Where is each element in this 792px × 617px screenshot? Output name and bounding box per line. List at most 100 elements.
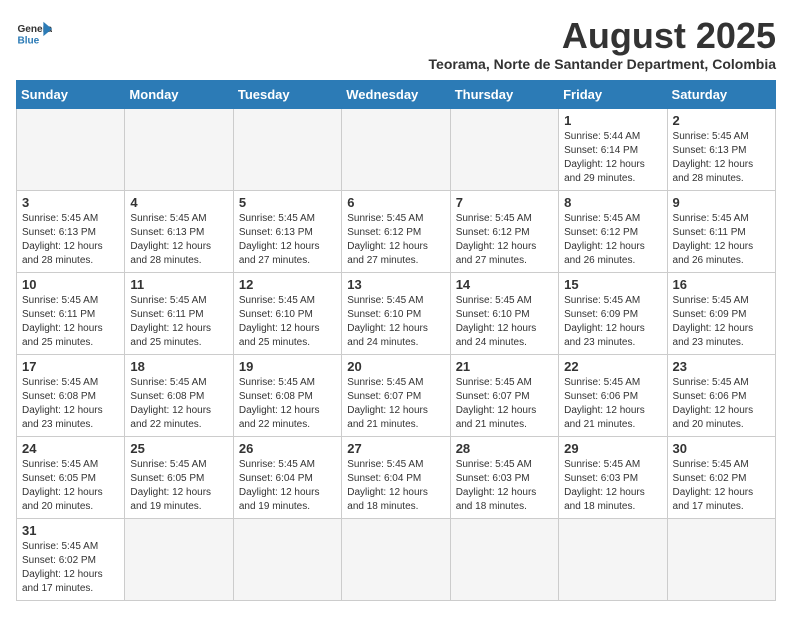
day-info: Sunrise: 5:45 AM Sunset: 6:02 PM Dayligh… [673, 458, 770, 514]
day-info: Sunrise: 5:45 AM Sunset: 6:12 PM Dayligh… [564, 212, 661, 268]
day-info: Sunrise: 5:45 AM Sunset: 6:12 PM Dayligh… [347, 212, 444, 268]
day-number: 31 [22, 523, 119, 538]
day-number: 28 [456, 441, 553, 456]
day-info: Sunrise: 5:45 AM Sunset: 6:04 PM Dayligh… [347, 458, 444, 514]
calendar-cell: 20 Sunrise: 5:45 AM Sunset: 6:07 PM Dayli… [342, 354, 450, 436]
calendar-cell: 12Sunrise: 5:45 AM Sunset: 6:10 PM Dayli… [233, 272, 341, 354]
day-info: Sunrise: 5:45 AM Sunset: 6:06 PM Dayligh… [673, 376, 770, 432]
day-number: 27 [347, 441, 444, 456]
day-number: 18 [130, 359, 227, 374]
day-number: 8 [564, 195, 661, 210]
day-number: 15 [564, 277, 661, 292]
calendar-cell: 15 Sunrise: 5:45 AM Sunset: 6:09 PM Dayli… [559, 272, 667, 354]
day-number: 21 [456, 359, 553, 374]
title-block: August 2025 Teorama, Norte de Santander … [429, 16, 776, 72]
calendar-cell [233, 518, 341, 600]
col-monday: Monday [125, 80, 233, 108]
calendar-cell: 17 Sunrise: 5:45 AM Sunset: 6:08 PM Dayli… [17, 354, 125, 436]
calendar-cell: 26Sunrise: 5:45 AM Sunset: 6:04 PM Dayli… [233, 436, 341, 518]
day-info: Sunrise: 5:45 AM Sunset: 6:08 PM Dayligh… [130, 376, 227, 432]
day-number: 20 [347, 359, 444, 374]
day-number: 13 [347, 277, 444, 292]
calendar-week-5: 24 Sunrise: 5:45 AM Sunset: 6:05 PM Dayli… [17, 436, 776, 518]
day-number: 29 [564, 441, 661, 456]
col-tuesday: Tuesday [233, 80, 341, 108]
calendar-cell: 6Sunrise: 5:45 AM Sunset: 6:12 PM Daylig… [342, 190, 450, 272]
col-wednesday: Wednesday [342, 80, 450, 108]
calendar-cell [17, 108, 125, 190]
calendar-cell [342, 518, 450, 600]
day-info: Sunrise: 5:45 AM Sunset: 6:05 PM Dayligh… [130, 458, 227, 514]
calendar-week-4: 17 Sunrise: 5:45 AM Sunset: 6:08 PM Dayli… [17, 354, 776, 436]
day-number: 9 [673, 195, 770, 210]
calendar-cell: 11 Sunrise: 5:45 AM Sunset: 6:11 PM Dayli… [125, 272, 233, 354]
calendar-cell: 31 Sunrise: 5:45 AM Sunset: 6:02 PM Dayli… [17, 518, 125, 600]
day-number: 30 [673, 441, 770, 456]
calendar-cell: 10 Sunrise: 5:45 AM Sunset: 6:11 PM Dayli… [17, 272, 125, 354]
day-info: Sunrise: 5:44 AM Sunset: 6:14 PM Dayligh… [564, 130, 661, 186]
calendar-cell: 30 Sunrise: 5:45 AM Sunset: 6:02 PM Dayli… [667, 436, 775, 518]
calendar-week-3: 10 Sunrise: 5:45 AM Sunset: 6:11 PM Dayli… [17, 272, 776, 354]
day-number: 4 [130, 195, 227, 210]
day-info: Sunrise: 5:45 AM Sunset: 6:03 PM Dayligh… [456, 458, 553, 514]
calendar-cell [450, 108, 558, 190]
day-info: Sunrise: 5:45 AM Sunset: 6:10 PM Dayligh… [347, 294, 444, 350]
logo: General Blue [16, 16, 52, 52]
day-info: Sunrise: 5:45 AM Sunset: 6:06 PM Dayligh… [564, 376, 661, 432]
calendar-cell: 4 Sunrise: 5:45 AM Sunset: 6:13 PM Daylig… [125, 190, 233, 272]
calendar-cell: 13 Sunrise: 5:45 AM Sunset: 6:10 PM Dayli… [342, 272, 450, 354]
calendar-cell: 1 Sunrise: 5:44 AM Sunset: 6:14 PM Daylig… [559, 108, 667, 190]
day-info: Sunrise: 5:45 AM Sunset: 6:07 PM Dayligh… [347, 376, 444, 432]
day-info: Sunrise: 5:45 AM Sunset: 6:13 PM Dayligh… [130, 212, 227, 268]
calendar-cell [125, 518, 233, 600]
calendar-cell [233, 108, 341, 190]
day-number: 7 [456, 195, 553, 210]
day-info: Sunrise: 5:45 AM Sunset: 6:08 PM Dayligh… [22, 376, 119, 432]
day-number: 14 [456, 277, 553, 292]
day-info: Sunrise: 5:45 AM Sunset: 6:13 PM Dayligh… [22, 212, 119, 268]
day-number: 25 [130, 441, 227, 456]
day-info: Sunrise: 5:45 AM Sunset: 6:09 PM Dayligh… [673, 294, 770, 350]
day-info: Sunrise: 5:45 AM Sunset: 6:11 PM Dayligh… [673, 212, 770, 268]
calendar-cell [342, 108, 450, 190]
calendar-cell [125, 108, 233, 190]
calendar-cell: 2Sunrise: 5:45 AM Sunset: 6:13 PM Daylig… [667, 108, 775, 190]
day-info: Sunrise: 5:45 AM Sunset: 6:04 PM Dayligh… [239, 458, 336, 514]
calendar-cell: 24Sunrise: 5:45 AM Sunset: 6:05 PM Dayli… [17, 436, 125, 518]
day-number: 19 [239, 359, 336, 374]
day-number: 1 [564, 113, 661, 128]
col-sunday: Sunday [17, 80, 125, 108]
day-number: 10 [22, 277, 119, 292]
header: General Blue August 2025 Teorama, Norte … [16, 16, 776, 72]
day-info: Sunrise: 5:45 AM Sunset: 6:13 PM Dayligh… [239, 212, 336, 268]
calendar-cell: 14 Sunrise: 5:45 AM Sunset: 6:10 PM Dayli… [450, 272, 558, 354]
day-number: 16 [673, 277, 770, 292]
day-info: Sunrise: 5:45 AM Sunset: 6:09 PM Dayligh… [564, 294, 661, 350]
svg-text:Blue: Blue [17, 35, 39, 46]
day-number: 12 [239, 277, 336, 292]
calendar-cell [559, 518, 667, 600]
calendar-cell: 22 Sunrise: 5:45 AM Sunset: 6:06 PM Dayli… [559, 354, 667, 436]
day-number: 3 [22, 195, 119, 210]
calendar-subtitle: Teorama, Norte de Santander Department, … [429, 56, 776, 72]
day-info: Sunrise: 5:45 AM Sunset: 6:02 PM Dayligh… [22, 540, 119, 596]
calendar-cell: 7 Sunrise: 5:45 AM Sunset: 6:12 PM Daylig… [450, 190, 558, 272]
calendar-title: August 2025 [429, 16, 776, 56]
calendar-cell: 19Sunrise: 5:45 AM Sunset: 6:08 PM Dayli… [233, 354, 341, 436]
calendar-cell [450, 518, 558, 600]
calendar-cell: 18 Sunrise: 5:45 AM Sunset: 6:08 PM Dayli… [125, 354, 233, 436]
day-info: Sunrise: 5:45 AM Sunset: 6:07 PM Dayligh… [456, 376, 553, 432]
calendar-cell: 21 Sunrise: 5:45 AM Sunset: 6:07 PM Dayli… [450, 354, 558, 436]
calendar-cell: 5 Sunrise: 5:45 AM Sunset: 6:13 PM Daylig… [233, 190, 341, 272]
day-info: Sunrise: 5:45 AM Sunset: 6:11 PM Dayligh… [130, 294, 227, 350]
col-friday: Friday [559, 80, 667, 108]
day-number: 11 [130, 277, 227, 292]
day-info: Sunrise: 5:45 AM Sunset: 6:10 PM Dayligh… [456, 294, 553, 350]
col-thursday: Thursday [450, 80, 558, 108]
day-number: 17 [22, 359, 119, 374]
day-info: Sunrise: 5:45 AM Sunset: 6:12 PM Dayligh… [456, 212, 553, 268]
day-number: 24 [22, 441, 119, 456]
day-info: Sunrise: 5:45 AM Sunset: 6:11 PM Dayligh… [22, 294, 119, 350]
day-number: 5 [239, 195, 336, 210]
day-number: 22 [564, 359, 661, 374]
